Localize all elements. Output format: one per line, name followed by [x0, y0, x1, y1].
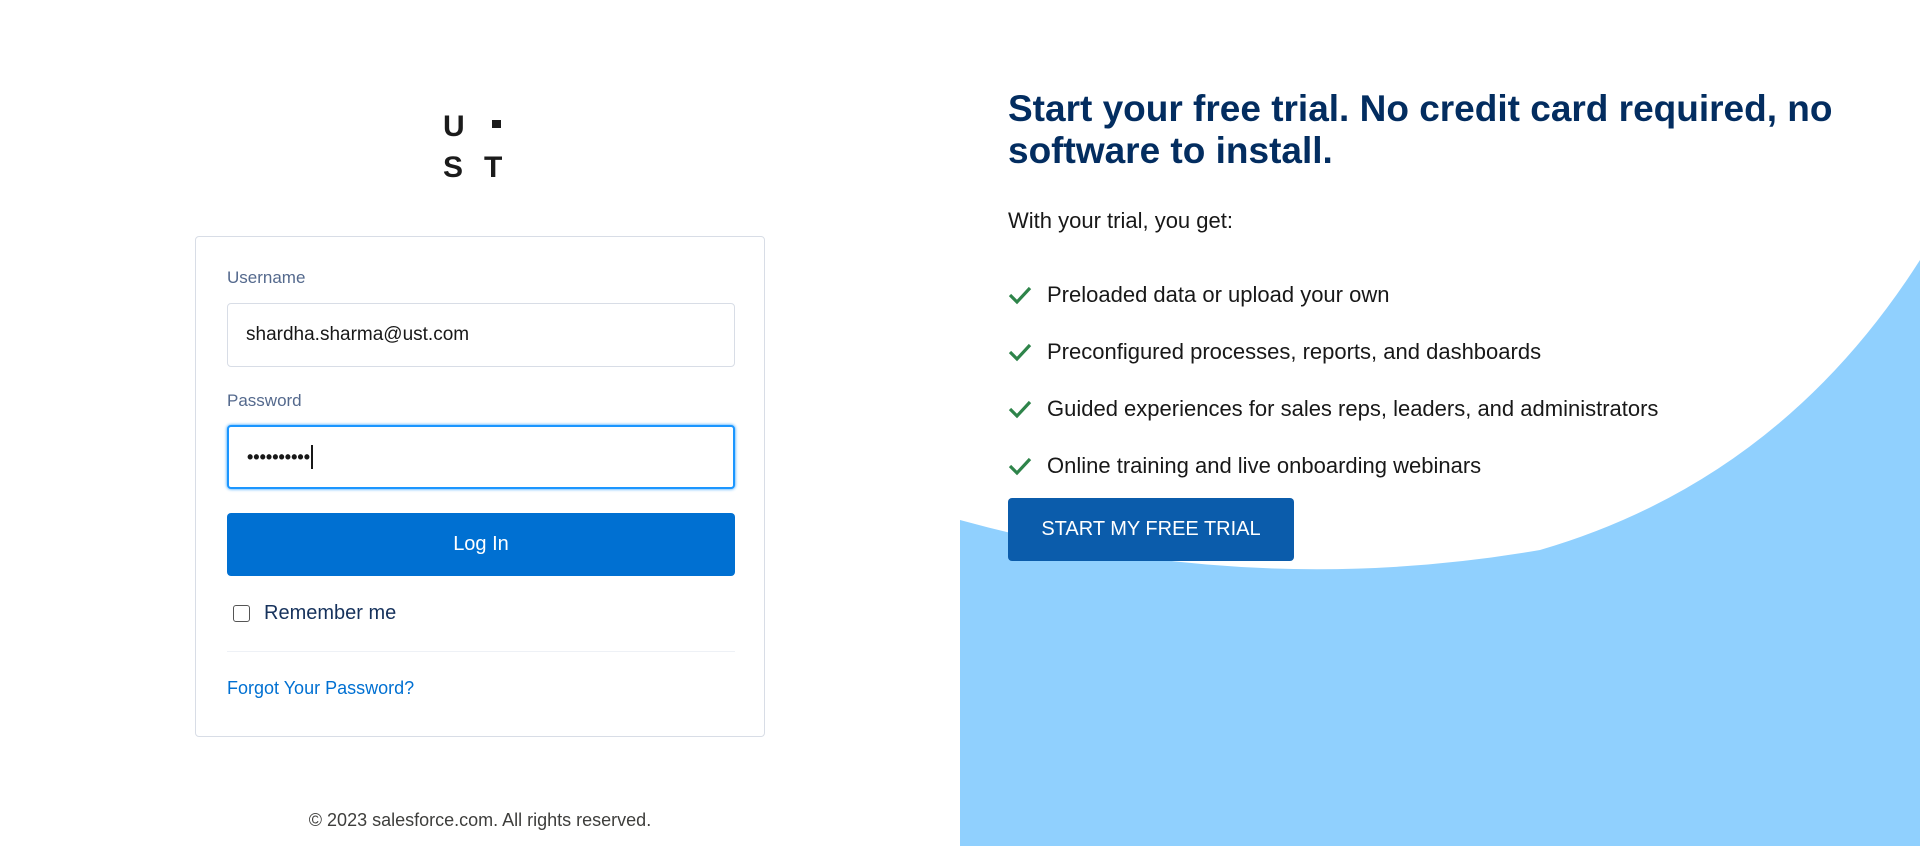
ust-logo: U S T [440, 108, 510, 184]
promo-subhead: With your trial, you get: [1008, 208, 1233, 233]
promo-panel: Start your free trial. No credit card re… [960, 0, 1920, 846]
copyright-footer: © 2023 salesforce.com. All rights reserv… [308, 810, 652, 830]
feature-item: Preloaded data or upload your own [1008, 266, 1658, 323]
check-icon [1008, 286, 1032, 304]
password-label: Password [227, 391, 302, 410]
check-icon [1008, 343, 1032, 361]
promo-headline: Start your free trial. No credit card re… [1008, 88, 1833, 171]
feature-text: Preconfigured processes, reports, and da… [1047, 338, 1542, 364]
feature-item: Online training and live onboarding webi… [1008, 437, 1658, 494]
password-masked-value: •••••••••• [247, 446, 311, 467]
text-caret [311, 445, 314, 469]
username-label: Username [227, 268, 306, 287]
password-input[interactable]: •••••••••• [227, 425, 735, 489]
feature-list: Preloaded data or upload your own Precon… [1008, 266, 1658, 494]
feature-text: Preloaded data or upload your own [1047, 281, 1390, 307]
divider [227, 651, 735, 652]
login-panel: U S T Username shardha.sharma@ust.com Pa… [0, 0, 960, 846]
username-value: shardha.sharma@ust.com [246, 324, 470, 345]
svg-text:S: S [443, 151, 463, 180]
remember-me[interactable]: Remember me [233, 602, 396, 625]
feature-item: Guided experiences for sales reps, leade… [1008, 380, 1658, 437]
check-icon [1008, 400, 1032, 418]
svg-text:U: U [443, 110, 465, 143]
ust-logo-icon: U S T [443, 110, 502, 184]
login-card: Username shardha.sharma@ust.com Password… [195, 236, 765, 737]
feature-text: Guided experiences for sales reps, leade… [1047, 395, 1659, 421]
feature-item: Preconfigured processes, reports, and da… [1008, 323, 1658, 380]
svg-text:T: T [484, 151, 502, 180]
username-input[interactable]: shardha.sharma@ust.com [227, 303, 735, 367]
remember-me-label[interactable]: Remember me [264, 602, 396, 625]
remember-me-checkbox[interactable] [233, 605, 250, 622]
start-free-trial-button[interactable]: START MY FREE TRIAL [1008, 498, 1294, 561]
feature-text: Online training and live onboarding webi… [1047, 452, 1482, 478]
forgot-password-link[interactable]: Forgot Your Password? [227, 678, 414, 699]
login-button[interactable]: Log In [227, 513, 735, 576]
check-icon [1008, 457, 1032, 475]
